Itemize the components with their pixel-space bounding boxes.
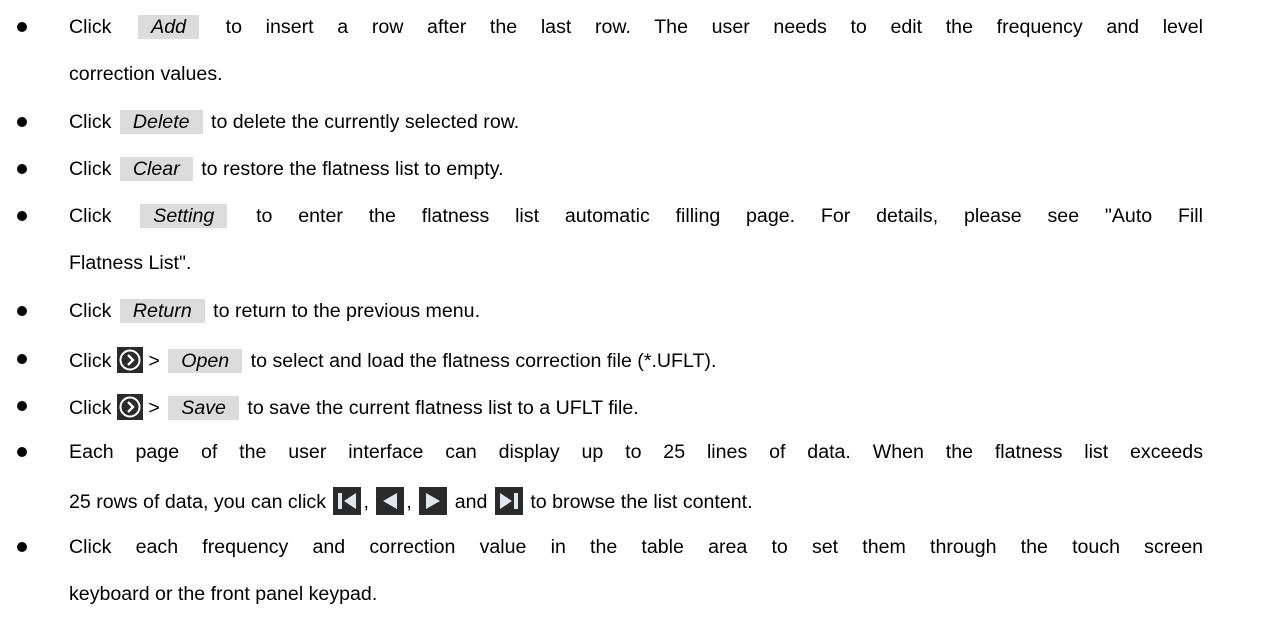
delete-button[interactable]: Delete	[119, 110, 203, 134]
bullet-dot	[17, 211, 27, 221]
previous-page-icon[interactable]	[376, 487, 405, 515]
open-button[interactable]: Open	[168, 349, 243, 373]
bullet-dot	[17, 542, 27, 552]
chevron-right-circle-icon[interactable]	[116, 394, 143, 420]
bullet-dot	[17, 164, 27, 174]
skip-to-last-icon[interactable]	[494, 487, 523, 515]
bullet-dot	[17, 306, 27, 316]
bullet-dot	[17, 22, 27, 32]
clear-button[interactable]: Clear	[119, 157, 193, 181]
setting-button[interactable]: Setting	[140, 204, 228, 228]
chevron-right-circle-icon[interactable]	[116, 347, 143, 373]
return-button[interactable]: Return	[119, 299, 205, 323]
bullet-dot	[17, 401, 27, 411]
next-page-icon[interactable]	[419, 487, 448, 515]
add-button[interactable]: Add	[138, 15, 199, 39]
skip-to-first-icon[interactable]	[333, 487, 362, 515]
bullet-dot	[17, 117, 27, 127]
bullet-dot	[17, 447, 27, 457]
save-button[interactable]: Save	[168, 396, 239, 420]
bullet-dot	[17, 354, 27, 364]
